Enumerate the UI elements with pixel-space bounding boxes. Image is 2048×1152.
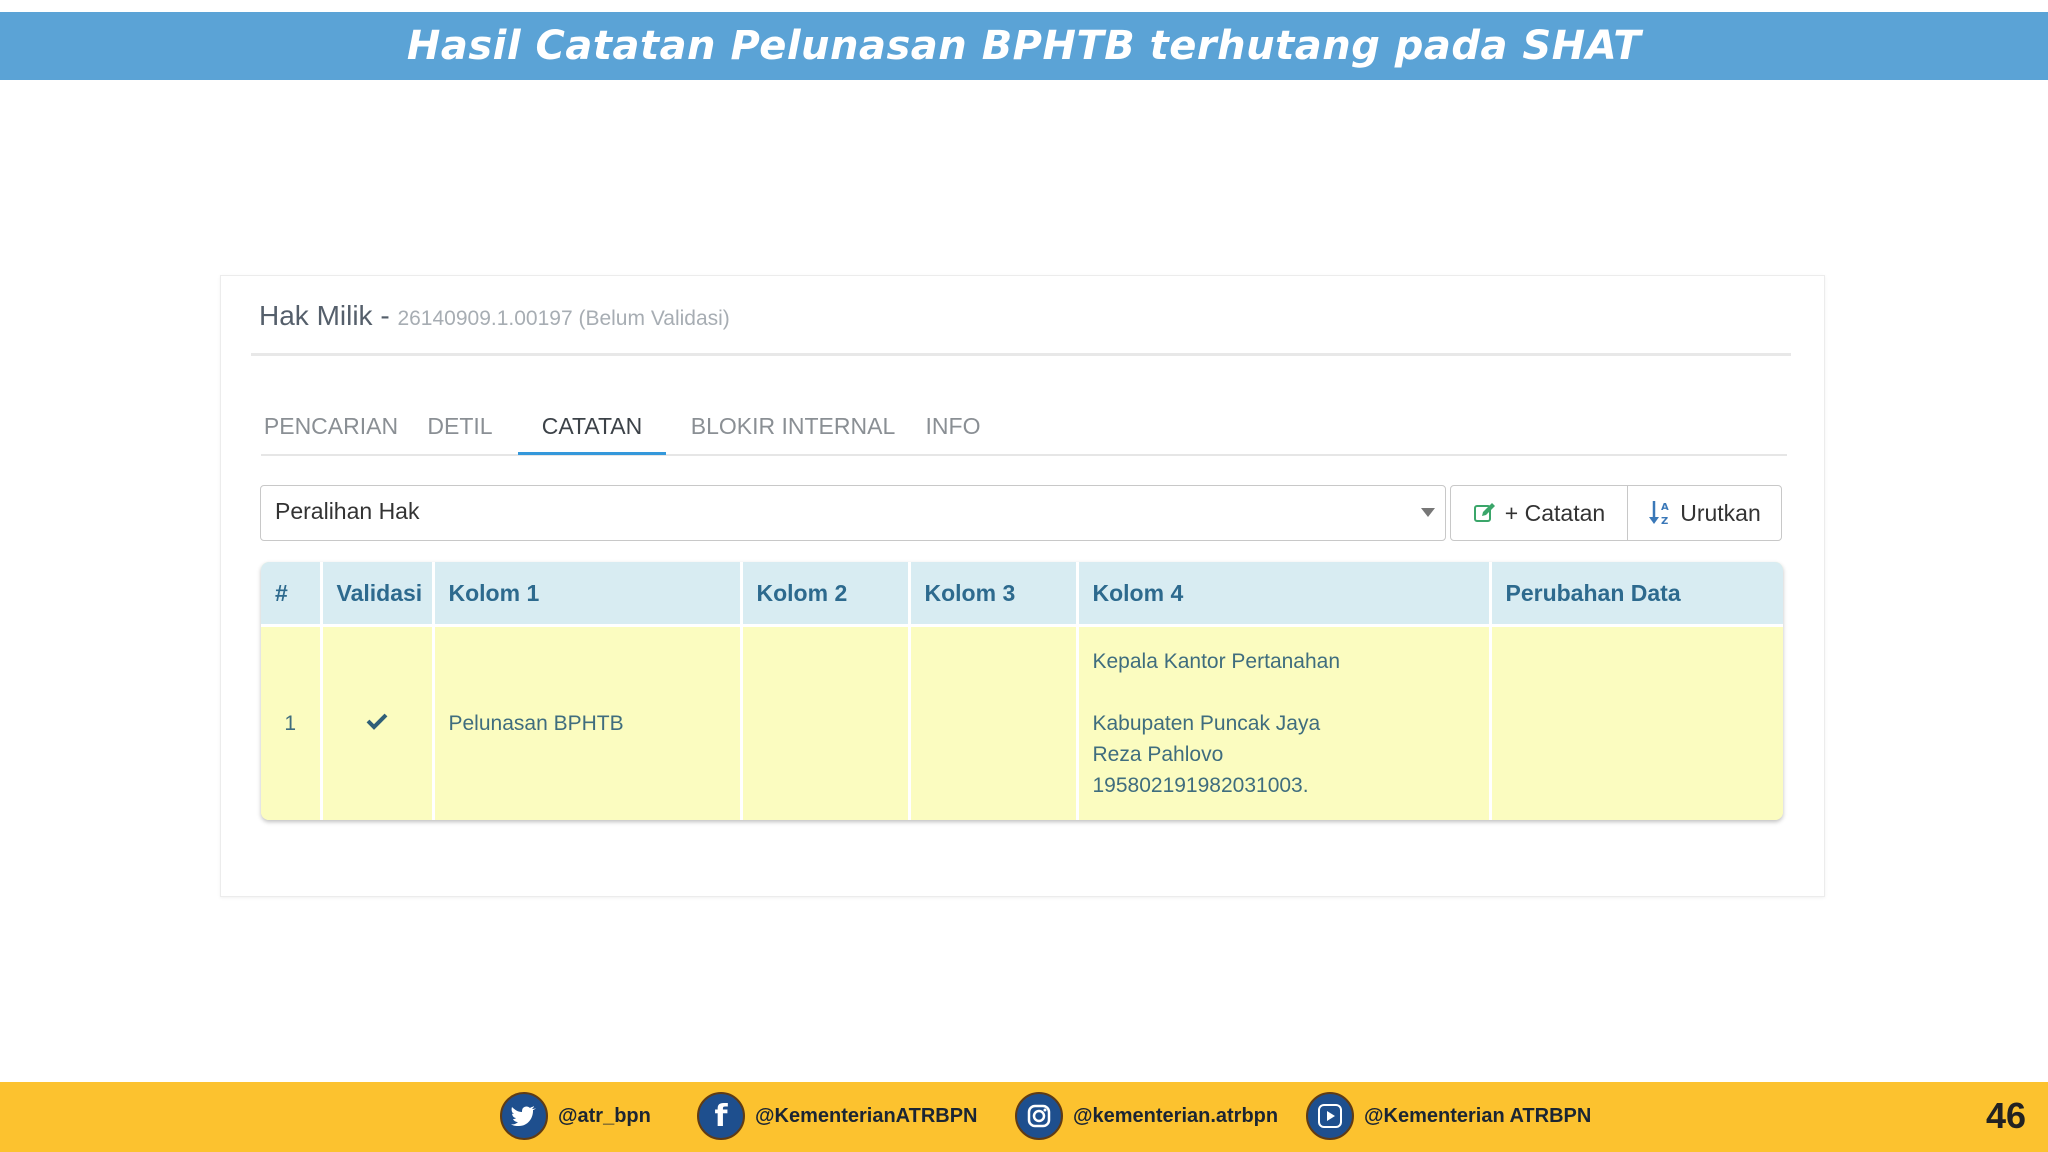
instagram-icon (1015, 1092, 1063, 1140)
svg-text:Z: Z (1661, 516, 1668, 527)
column-header-validasi: Validasi (321, 562, 435, 627)
edit-icon (1473, 501, 1497, 525)
kolom-4-line (1093, 677, 1489, 708)
twitter-handle: @atr_bpn (558, 1104, 651, 1127)
kolom-4-line: 195802191982031003. (1092, 774, 1309, 797)
column-header-perubahan-data: Perubahan Data (1490, 562, 1783, 627)
panel-subtitle: 26140909.1.00197 (Belum Validasi) (397, 307, 730, 330)
table-row[interactable]: 1 Pelunasan BPHTB Kepala Kantor Pertanah… (261, 625, 1783, 820)
tab-bar: PENCARIAN DETIL CATATAN BLOKIR INTERNAL … (261, 406, 1787, 456)
record-panel: Hak Milik - 26140909.1.00197 (Belum Vali… (220, 275, 1825, 897)
kolom-4-line: Kabupaten Puncak Jaya (1092, 712, 1321, 735)
sort-alpha-icon: A Z (1648, 499, 1672, 527)
footer-bar: @atr_bpn f @KementerianATRBPN @kementeri… (0, 1082, 2048, 1152)
add-catatan-label: + Catatan (1504, 499, 1606, 526)
social-instagram[interactable]: @kementerian.atrbpn (1015, 1092, 1278, 1140)
tab-blokir-internal[interactable]: BLOKIR INTERNAL (689, 406, 897, 452)
kolom-3-cell (909, 625, 1079, 820)
kolom-4-line: Reza Pahlovo (1092, 743, 1224, 766)
svg-text:A: A (1661, 502, 1669, 513)
twitter-icon (500, 1092, 548, 1140)
validasi-cell (321, 625, 435, 820)
perubahan-data-cell (1490, 625, 1783, 820)
slide-title: Hasil Catatan Pelunasan BPHTB terhutang … (406, 23, 1642, 69)
instagram-handle: @kementerian.atrbpn (1073, 1104, 1279, 1127)
row-number: 1 (261, 625, 323, 820)
kolom-2-cell (741, 625, 911, 820)
tab-info[interactable]: INFO (918, 406, 988, 452)
tab-catatan[interactable]: CATATAN (518, 406, 666, 455)
kolom-1-cell: Pelunasan BPHTB (433, 625, 743, 820)
column-header-kolom-3: Kolom 3 (909, 562, 1079, 627)
social-twitter[interactable]: @atr_bpn (500, 1092, 651, 1140)
social-facebook[interactable]: f @KementerianATRBPN (697, 1092, 978, 1140)
table-header-row: # Validasi Kolom 1 Kolom 2 Kolom 3 Kolom… (261, 562, 1783, 627)
catatan-table: # Validasi Kolom 1 Kolom 2 Kolom 3 Kolom… (261, 562, 1783, 820)
youtube-handle: @Kementerian ATRBPN (1364, 1104, 1592, 1127)
panel-title-text: Hak Milik - (259, 300, 390, 331)
kolom-4-cell: Kepala Kantor Pertanahan Kabupaten Punca… (1077, 625, 1492, 820)
kolom-4-line: Kepala Kantor Pertanahan (1092, 650, 1341, 673)
title-divider (251, 353, 1791, 356)
tab-pencarian[interactable]: PENCARIAN (261, 406, 401, 452)
checkmark-icon (366, 712, 388, 735)
column-header-kolom-1: Kolom 1 (433, 562, 743, 627)
facebook-icon: f (697, 1092, 745, 1140)
panel-title: Hak Milik - 26140909.1.00197 (Belum Vali… (259, 300, 730, 332)
slide-header: Hasil Catatan Pelunasan BPHTB terhutang … (0, 12, 2048, 80)
social-youtube[interactable]: @Kementerian ATRBPN (1306, 1092, 1591, 1140)
page-number: 46 (1985, 1095, 2026, 1136)
tab-detil[interactable]: DETIL (425, 406, 495, 452)
column-header-kolom-4: Kolom 4 (1077, 562, 1492, 627)
column-header-number: # (261, 562, 323, 627)
add-catatan-button[interactable]: + Catatan (1450, 485, 1628, 541)
select-value: Peralihan Hak (275, 498, 420, 524)
facebook-handle: @KementerianATRBPN (755, 1104, 978, 1127)
chevron-down-icon (1421, 508, 1435, 517)
catatan-type-select[interactable]: Peralihan Hak (260, 485, 1446, 541)
sort-label: Urutkan (1680, 499, 1761, 526)
sort-button[interactable]: A Z Urutkan (1627, 485, 1782, 541)
youtube-icon (1306, 1092, 1354, 1140)
column-header-kolom-2: Kolom 2 (741, 562, 911, 627)
